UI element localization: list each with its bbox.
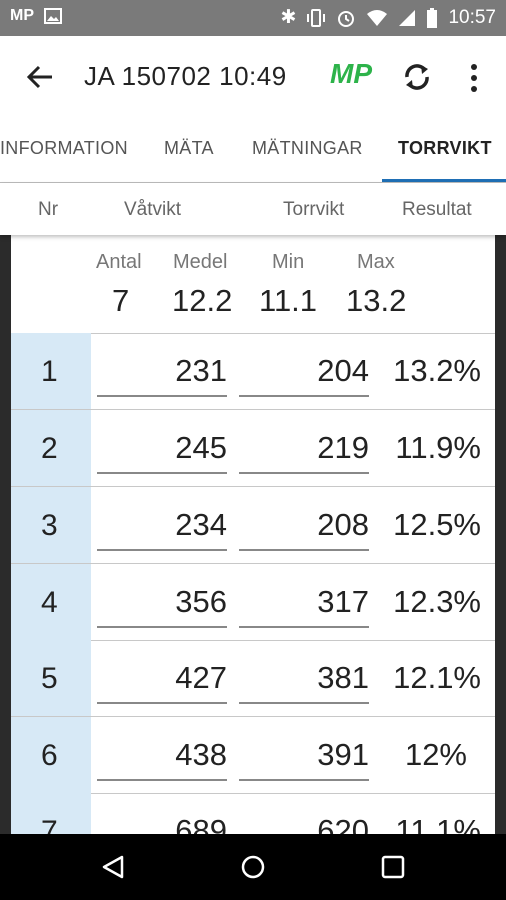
vatvikt-input[interactable]: 356 <box>97 584 227 620</box>
vatvikt-underline <box>97 395 227 397</box>
torrvikt-underline <box>239 549 369 551</box>
resultat-value: 12.3% <box>393 584 481 619</box>
resultat-value: 12% <box>404 737 467 772</box>
vatvikt-underline <box>97 702 227 704</box>
mp-logo-icon: MP <box>330 58 372 94</box>
row-number-cell: 7 <box>11 793 91 835</box>
row-number: 7 <box>41 815 58 835</box>
vatvikt-input[interactable]: 234 <box>97 507 227 543</box>
home-nav-icon[interactable] <box>240 854 266 880</box>
signal-icon <box>399 9 416 26</box>
vatvikt-underline <box>97 549 227 551</box>
stat-label-antal: Antal <box>96 251 142 273</box>
stat-label-medel: Medel <box>173 251 228 273</box>
column-header-vatvikt: Våtvikt <box>124 199 182 220</box>
system-nav-bar <box>0 834 506 900</box>
back-arrow-icon[interactable] <box>24 61 56 93</box>
page-title: JA 150702 10:49 <box>84 61 287 91</box>
vatvikt-input[interactable]: 245 <box>97 430 227 466</box>
row-number: 2 <box>41 432 58 465</box>
torrvikt-underline <box>239 702 369 704</box>
more-options-icon[interactable] <box>462 61 486 95</box>
tab-bar: INFORMATION MÄTA MÄTNINGAR TORRVIKT <box>0 118 506 183</box>
torrvikt-underline <box>239 626 369 628</box>
row-number-cell: 2 <box>11 410 91 486</box>
status-bar: MP ✱ 10:57 <box>0 0 506 36</box>
vatvikt-input[interactable]: 689 <box>97 813 227 835</box>
row-number-cell: 6 <box>11 717 91 793</box>
image-notification-icon <box>44 8 62 24</box>
resultat-value: 12.1% <box>393 660 481 695</box>
active-tab-indicator <box>382 179 506 182</box>
column-header-nr: Nr <box>38 199 59 220</box>
tab-information[interactable]: INFORMATION <box>0 138 128 159</box>
resultat-value: 12.5% <box>393 507 481 542</box>
wifi-icon <box>367 9 388 26</box>
row-number-cell: 1 <box>11 333 91 409</box>
table-row: 6 438 391 12% <box>11 717 495 794</box>
vatvikt-input[interactable]: 231 <box>97 353 227 389</box>
row-number: 1 <box>41 355 58 388</box>
table-row: 5 427 381 12.1% <box>11 640 495 717</box>
torrvikt-input[interactable]: 381 <box>239 660 369 696</box>
vatvikt-underline <box>97 472 227 474</box>
torrvikt-input[interactable]: 317 <box>239 584 369 620</box>
alarm-icon <box>338 10 355 27</box>
vatvikt-underline <box>97 779 227 781</box>
stat-label-max: Max <box>357 251 395 273</box>
row-number-cell: 3 <box>11 487 91 563</box>
tab-torrvikt[interactable]: TORRVIKT <box>398 138 492 159</box>
status-time: 10:57 <box>448 6 496 28</box>
torrvikt-underline <box>239 779 369 781</box>
tab-mata[interactable]: MÄTA <box>164 138 214 159</box>
row-number-cell: 5 <box>11 640 91 716</box>
torrvikt-input[interactable]: 219 <box>239 430 369 466</box>
stat-value-medel: 12.2 <box>172 283 233 318</box>
torrvikt-underline <box>239 395 369 397</box>
vibrate-icon <box>307 8 326 27</box>
vatvikt-input[interactable]: 438 <box>97 737 227 773</box>
table-row: 3 234 208 12.5% <box>11 487 495 564</box>
battery-icon <box>427 7 438 28</box>
sync-icon[interactable] <box>399 57 435 97</box>
measurement-panel: Antal 7 Medel 12.2 Min 11.1 Max 13.2 1 2… <box>11 235 495 835</box>
app-bar: JA 150702 10:49 MP <box>0 36 506 118</box>
column-header-row: Nr Våtvikt Torrvikt Resultat <box>0 183 506 235</box>
vatvikt-underline <box>97 626 227 628</box>
bluetooth-icon: ✱ <box>280 7 297 28</box>
row-number: 3 <box>41 509 58 542</box>
mp-notification-icon: MP <box>10 7 34 24</box>
torrvikt-input[interactable]: 620 <box>239 813 369 835</box>
recents-nav-icon[interactable] <box>381 855 405 879</box>
row-number: 4 <box>41 586 58 619</box>
row-number: 5 <box>41 662 58 695</box>
stat-value-min: 11.1 <box>259 283 318 318</box>
back-nav-icon[interactable] <box>100 854 126 880</box>
tab-matningar[interactable]: MÄTNINGAR <box>252 138 363 159</box>
table-row: 7 689 620 11.1% <box>11 793 495 835</box>
vatvikt-input[interactable]: 427 <box>97 660 227 696</box>
stat-value-max: 13.2 <box>346 283 407 318</box>
torrvikt-input[interactable]: 208 <box>239 507 369 543</box>
summary-stats: Antal 7 Medel 12.2 Min 11.1 Max 13.2 <box>11 235 495 334</box>
logo-text: MP <box>330 58 372 89</box>
resultat-value: 11.9% <box>395 430 481 465</box>
table-row: 1 231 204 13.2% <box>11 333 495 410</box>
resultat-value: 13.2% <box>393 353 481 388</box>
table-row: 4 356 317 12.3% <box>11 564 495 641</box>
row-number: 6 <box>41 739 58 772</box>
column-header-resultat: Resultat <box>402 199 472 220</box>
torrvikt-input[interactable]: 204 <box>239 353 369 389</box>
resultat-value: 11.1% <box>395 813 481 835</box>
row-number-cell: 4 <box>11 564 91 640</box>
stat-label-min: Min <box>272 251 305 273</box>
table-row: 2 245 219 11.9% <box>11 410 495 487</box>
stat-value-antal: 7 <box>112 283 130 318</box>
torrvikt-underline <box>239 472 369 474</box>
torrvikt-input[interactable]: 391 <box>239 737 369 773</box>
column-header-torrvikt: Torrvikt <box>283 199 345 220</box>
